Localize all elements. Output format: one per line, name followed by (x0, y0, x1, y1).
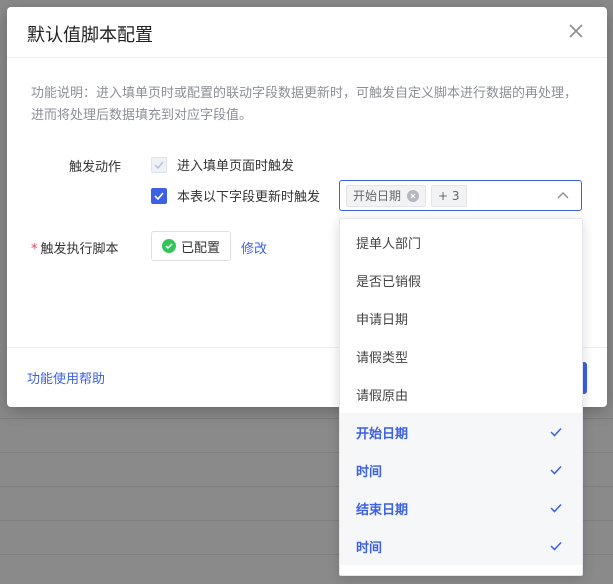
close-button[interactable] (567, 22, 585, 40)
check-circle-icon (161, 239, 176, 253)
trigger-field-update-option[interactable]: 本表以下字段更新时触发 (151, 186, 320, 205)
dialog-description: 功能说明：进入填单页时或配置的联动字段数据更新时，可触发自定义脚本进行数据的再处… (31, 86, 578, 123)
dropdown-list: 提单人部门 是否已销假 申请日期 请假类型 请假原由 开始日期 时间 结束日期 时间 (340, 223, 582, 565)
edit-script-link[interactable]: 修改 (241, 238, 267, 257)
field-multi-select[interactable]: 开始日期 + 3 (339, 180, 582, 211)
field-update-option-label: 本表以下字段更新时触发 (177, 190, 321, 205)
enter-checkbox[interactable] (151, 156, 167, 173)
enter-option-label: 进入填单页面时触发 (177, 159, 295, 174)
script-label-row: * 触发执行脚本 (31, 238, 119, 257)
more-tags-count: + 3 (431, 184, 467, 207)
dropdown-option-label: 时间 (356, 464, 383, 480)
selected-tag: 开始日期 (346, 184, 427, 207)
script-label: 触发执行脚本 (40, 242, 119, 257)
dropdown-option-label: 提单人部门 (356, 236, 422, 252)
tag-label: 开始日期 (353, 189, 402, 203)
close-icon (569, 24, 583, 38)
chevron-up-icon[interactable] (557, 191, 569, 199)
check-icon (154, 191, 164, 200)
trigger-enter-option[interactable]: 进入填单页面时触发 (151, 155, 294, 174)
dropdown-option[interactable]: 时间 (340, 527, 582, 565)
check-icon (550, 427, 562, 437)
dropdown-option-label: 是否已销假 (356, 274, 422, 290)
required-star: * (31, 242, 38, 257)
check-icon (550, 541, 562, 551)
dropdown-option[interactable]: 请假类型 (340, 337, 582, 375)
dropdown-option-label: 申请日期 (356, 312, 409, 328)
dropdown-option-label: 时间 (356, 540, 383, 556)
check-icon (154, 161, 164, 169)
script-status-badge: 已配置 (151, 231, 231, 261)
dropdown-option[interactable]: 时间 (340, 451, 582, 489)
dropdown-option-label: 请假类型 (356, 350, 409, 366)
dropdown-option[interactable]: 结束日期 (340, 489, 582, 527)
dropdown-option-label: 结束日期 (356, 502, 409, 518)
field-dropdown: 提单人部门 是否已销假 申请日期 请假类型 请假原由 开始日期 时间 结束日期 时间 (339, 218, 583, 576)
dropdown-option[interactable]: 提单人部门 (340, 223, 582, 261)
dialog-header: 默认值脚本配置 (7, 7, 607, 58)
close-icon (410, 193, 416, 198)
check-icon (550, 503, 562, 513)
dropdown-option-label: 请假原由 (356, 388, 409, 404)
tag-remove-button[interactable] (407, 189, 420, 202)
trigger-label: 触发动作 (69, 160, 122, 175)
script-status-text: 已配置 (180, 240, 220, 256)
help-link[interactable]: 功能使用帮助 (27, 368, 105, 387)
field-update-checkbox[interactable] (151, 187, 167, 204)
dropdown-option[interactable]: 申请日期 (340, 299, 582, 337)
dropdown-option-label: 开始日期 (356, 426, 409, 442)
dialog-title: 默认值脚本配置 (27, 25, 153, 46)
dropdown-option[interactable]: 是否已销假 (340, 261, 582, 299)
check-icon (550, 465, 562, 475)
dropdown-option[interactable]: 开始日期 (340, 413, 582, 451)
dropdown-option[interactable]: 请假原由 (340, 375, 582, 413)
